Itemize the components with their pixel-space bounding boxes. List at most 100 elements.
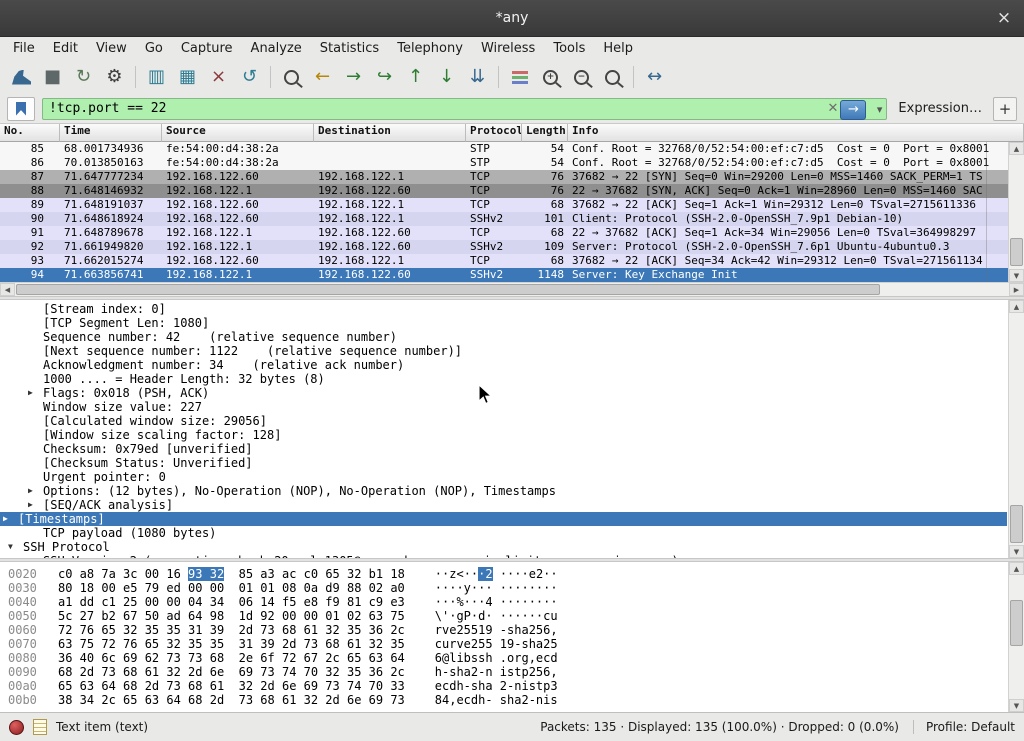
menu-edit[interactable]: Edit: [44, 39, 87, 58]
scroll-up-icon[interactable]: ▲: [1009, 300, 1024, 313]
reload-file-button[interactable]: ↺: [234, 63, 265, 91]
hex-scrollbar[interactable]: ▲ ▼: [1008, 562, 1024, 712]
scroll-down-icon[interactable]: ▼: [1009, 699, 1024, 712]
filter-bookmark-button[interactable]: [7, 97, 35, 121]
save-file-button[interactable]: ▦: [172, 63, 203, 91]
expert-info-icon[interactable]: [9, 720, 24, 735]
zoom-in-button[interactable]: +: [535, 63, 566, 91]
zoom-out-button[interactable]: −: [566, 63, 597, 91]
menu-analyze[interactable]: Analyze: [242, 39, 311, 58]
capture-start-button[interactable]: [6, 63, 37, 91]
expander-icon[interactable]: ▶: [28, 484, 43, 498]
detail-line[interactable]: ▶Flags: 0x018 (PSH, ACK): [0, 386, 1024, 400]
scroll-up-icon[interactable]: ▲: [1009, 142, 1024, 155]
detail-line[interactable]: Checksum: 0x79ed [unverified]: [0, 442, 1024, 456]
packet-row[interactable]: 8971.648191037192.168.122.60192.168.122.…: [0, 198, 1024, 212]
column-header-source[interactable]: Source: [162, 124, 314, 142]
scroll-right-icon[interactable]: ▶: [1009, 283, 1024, 296]
scroll-thumb[interactable]: [1010, 238, 1023, 266]
detail-line[interactable]: Sequence number: 42 (relative sequence n…: [0, 330, 1024, 344]
capture-comment-icon[interactable]: [33, 719, 47, 735]
hex-row[interactable]: 006072 76 65 32 35 35 31 39 2d 73 68 61 …: [0, 623, 1024, 637]
expander-icon[interactable]: ▶: [3, 512, 18, 526]
go-forward-button[interactable]: →: [338, 63, 369, 91]
column-header-time[interactable]: Time: [60, 124, 162, 142]
close-file-button[interactable]: ×: [203, 63, 234, 91]
scroll-down-icon[interactable]: ▼: [1009, 269, 1024, 282]
hex-row[interactable]: 007063 75 72 76 65 32 35 35 31 39 2d 73 …: [0, 637, 1024, 651]
hex-row[interactable]: 003080 18 00 e5 79 ed 00 00 01 01 08 0a …: [0, 581, 1024, 595]
column-header-no[interactable]: No.: [0, 124, 60, 142]
detail-line[interactable]: ▶Options: (12 bytes), No-Operation (NOP)…: [0, 484, 1024, 498]
hex-row[interactable]: 00a065 63 64 68 2d 73 68 61 32 2d 6e 69 …: [0, 679, 1024, 693]
packet-row[interactable]: 8568.001734936fe:54:00:d4:38:2aSTP54Conf…: [0, 142, 1024, 156]
hex-row[interactable]: 0040a1 dd c1 25 00 00 04 34 06 14 f5 e8 …: [0, 595, 1024, 609]
menu-telephony[interactable]: Telephony: [388, 39, 472, 58]
column-header-length[interactable]: Length: [522, 124, 568, 142]
detail-line[interactable]: Acknowledgment number: 34 (relative ack …: [0, 358, 1024, 372]
packet-row[interactable]: 9071.648618924192.168.122.60192.168.122.…: [0, 212, 1024, 226]
packet-row[interactable]: 9471.663856741192.168.122.1192.168.122.6…: [0, 268, 1024, 282]
packet-row[interactable]: 9271.661949820192.168.122.1192.168.122.6…: [0, 240, 1024, 254]
capture-stop-button[interactable]: ■: [37, 63, 68, 91]
detail-line[interactable]: [Next sequence number: 1122 (relative se…: [0, 344, 1024, 358]
title-bar[interactable]: *any ×: [0, 0, 1024, 37]
detail-line[interactable]: [Calculated window size: 29056]: [0, 414, 1024, 428]
packet-row[interactable]: 8771.647777234192.168.122.60192.168.122.…: [0, 170, 1024, 184]
column-header-info[interactable]: Info: [568, 124, 1024, 142]
expression-button[interactable]: Expression…: [894, 101, 986, 116]
capture-options-button[interactable]: ⚙: [99, 63, 130, 91]
packet-row[interactable]: 8670.013850163fe:54:00:d4:38:2aSTP54Conf…: [0, 156, 1024, 170]
detail-line[interactable]: [Checksum Status: Unverified]: [0, 456, 1024, 470]
detail-line[interactable]: ▶[Timestamps]: [0, 512, 1007, 526]
scroll-down-icon[interactable]: ▼: [1009, 545, 1024, 558]
detail-line[interactable]: Urgent pointer: 0: [0, 470, 1024, 484]
hex-row[interactable]: 009068 2d 73 68 61 32 2d 6e 69 73 74 70 …: [0, 665, 1024, 679]
column-header-protocol[interactable]: Protocol: [466, 124, 522, 142]
scroll-up-icon[interactable]: ▲: [1009, 562, 1024, 575]
auto-scroll-button[interactable]: ⇊: [462, 63, 493, 91]
menu-tools[interactable]: Tools: [544, 39, 594, 58]
capture-restart-button[interactable]: ↻: [68, 63, 99, 91]
zoom-reset-button[interactable]: [597, 63, 628, 91]
add-filter-button[interactable]: +: [993, 97, 1017, 121]
menu-help[interactable]: Help: [594, 39, 642, 58]
filter-dropdown-icon[interactable]: ▾: [877, 103, 883, 116]
resize-columns-button[interactable]: ↔: [639, 63, 670, 91]
menu-wireless[interactable]: Wireless: [472, 39, 544, 58]
display-filter-input[interactable]: [47, 99, 814, 119]
go-first-packet-button[interactable]: ↑: [400, 63, 431, 91]
detail-line[interactable]: Window size value: 227: [0, 400, 1024, 414]
scroll-left-icon[interactable]: ◀: [0, 283, 15, 296]
hex-row[interactable]: 008036 40 6c 69 62 73 73 68 2e 6f 72 67 …: [0, 651, 1024, 665]
details-scrollbar[interactable]: ▲ ▼: [1008, 300, 1024, 558]
detail-line[interactable]: 1000 .... = Header Length: 32 bytes (8): [0, 372, 1024, 386]
go-last-packet-button[interactable]: ↓: [431, 63, 462, 91]
go-to-packet-button[interactable]: ↪: [369, 63, 400, 91]
packet-row[interactable]: 9171.648789678192.168.122.1192.168.122.6…: [0, 226, 1024, 240]
detail-line[interactable]: TCP payload (1080 bytes): [0, 526, 1024, 540]
detail-line[interactable]: [Window size scaling factor: 128]: [0, 428, 1024, 442]
menu-view[interactable]: View: [87, 39, 136, 58]
menu-file[interactable]: File: [4, 39, 44, 58]
clear-filter-icon[interactable]: ✕: [828, 101, 839, 116]
profile-button[interactable]: Profile: Default: [913, 720, 1015, 734]
apply-filter-button[interactable]: →: [840, 100, 866, 120]
find-packet-button[interactable]: [276, 63, 307, 91]
packet-list-hscrollbar[interactable]: ◀ ▶: [0, 282, 1024, 296]
expander-icon[interactable]: ▶: [28, 386, 43, 400]
detail-line[interactable]: [TCP Segment Len: 1080]: [0, 316, 1024, 330]
expander-icon[interactable]: ▶: [28, 498, 43, 512]
scroll-thumb[interactable]: [1010, 505, 1023, 543]
packet-row[interactable]: 8871.648146932192.168.122.1192.168.122.6…: [0, 184, 1024, 198]
menu-statistics[interactable]: Statistics: [311, 39, 388, 58]
packet-row[interactable]: 9371.662015274192.168.122.60192.168.122.…: [0, 254, 1024, 268]
detail-line[interactable]: ▼SSH Protocol: [0, 540, 1024, 554]
close-window-icon[interactable]: ×: [994, 8, 1014, 28]
expander-icon[interactable]: ▼: [8, 540, 23, 554]
column-header-destination[interactable]: Destination: [314, 124, 466, 142]
hex-row[interactable]: 00b038 34 2c 65 63 64 68 2d 73 68 61 32 …: [0, 693, 1024, 707]
packet-list-scrollbar[interactable]: ▲ ▼: [1008, 142, 1024, 282]
menu-go[interactable]: Go: [136, 39, 172, 58]
scroll-thumb[interactable]: [1010, 600, 1023, 646]
